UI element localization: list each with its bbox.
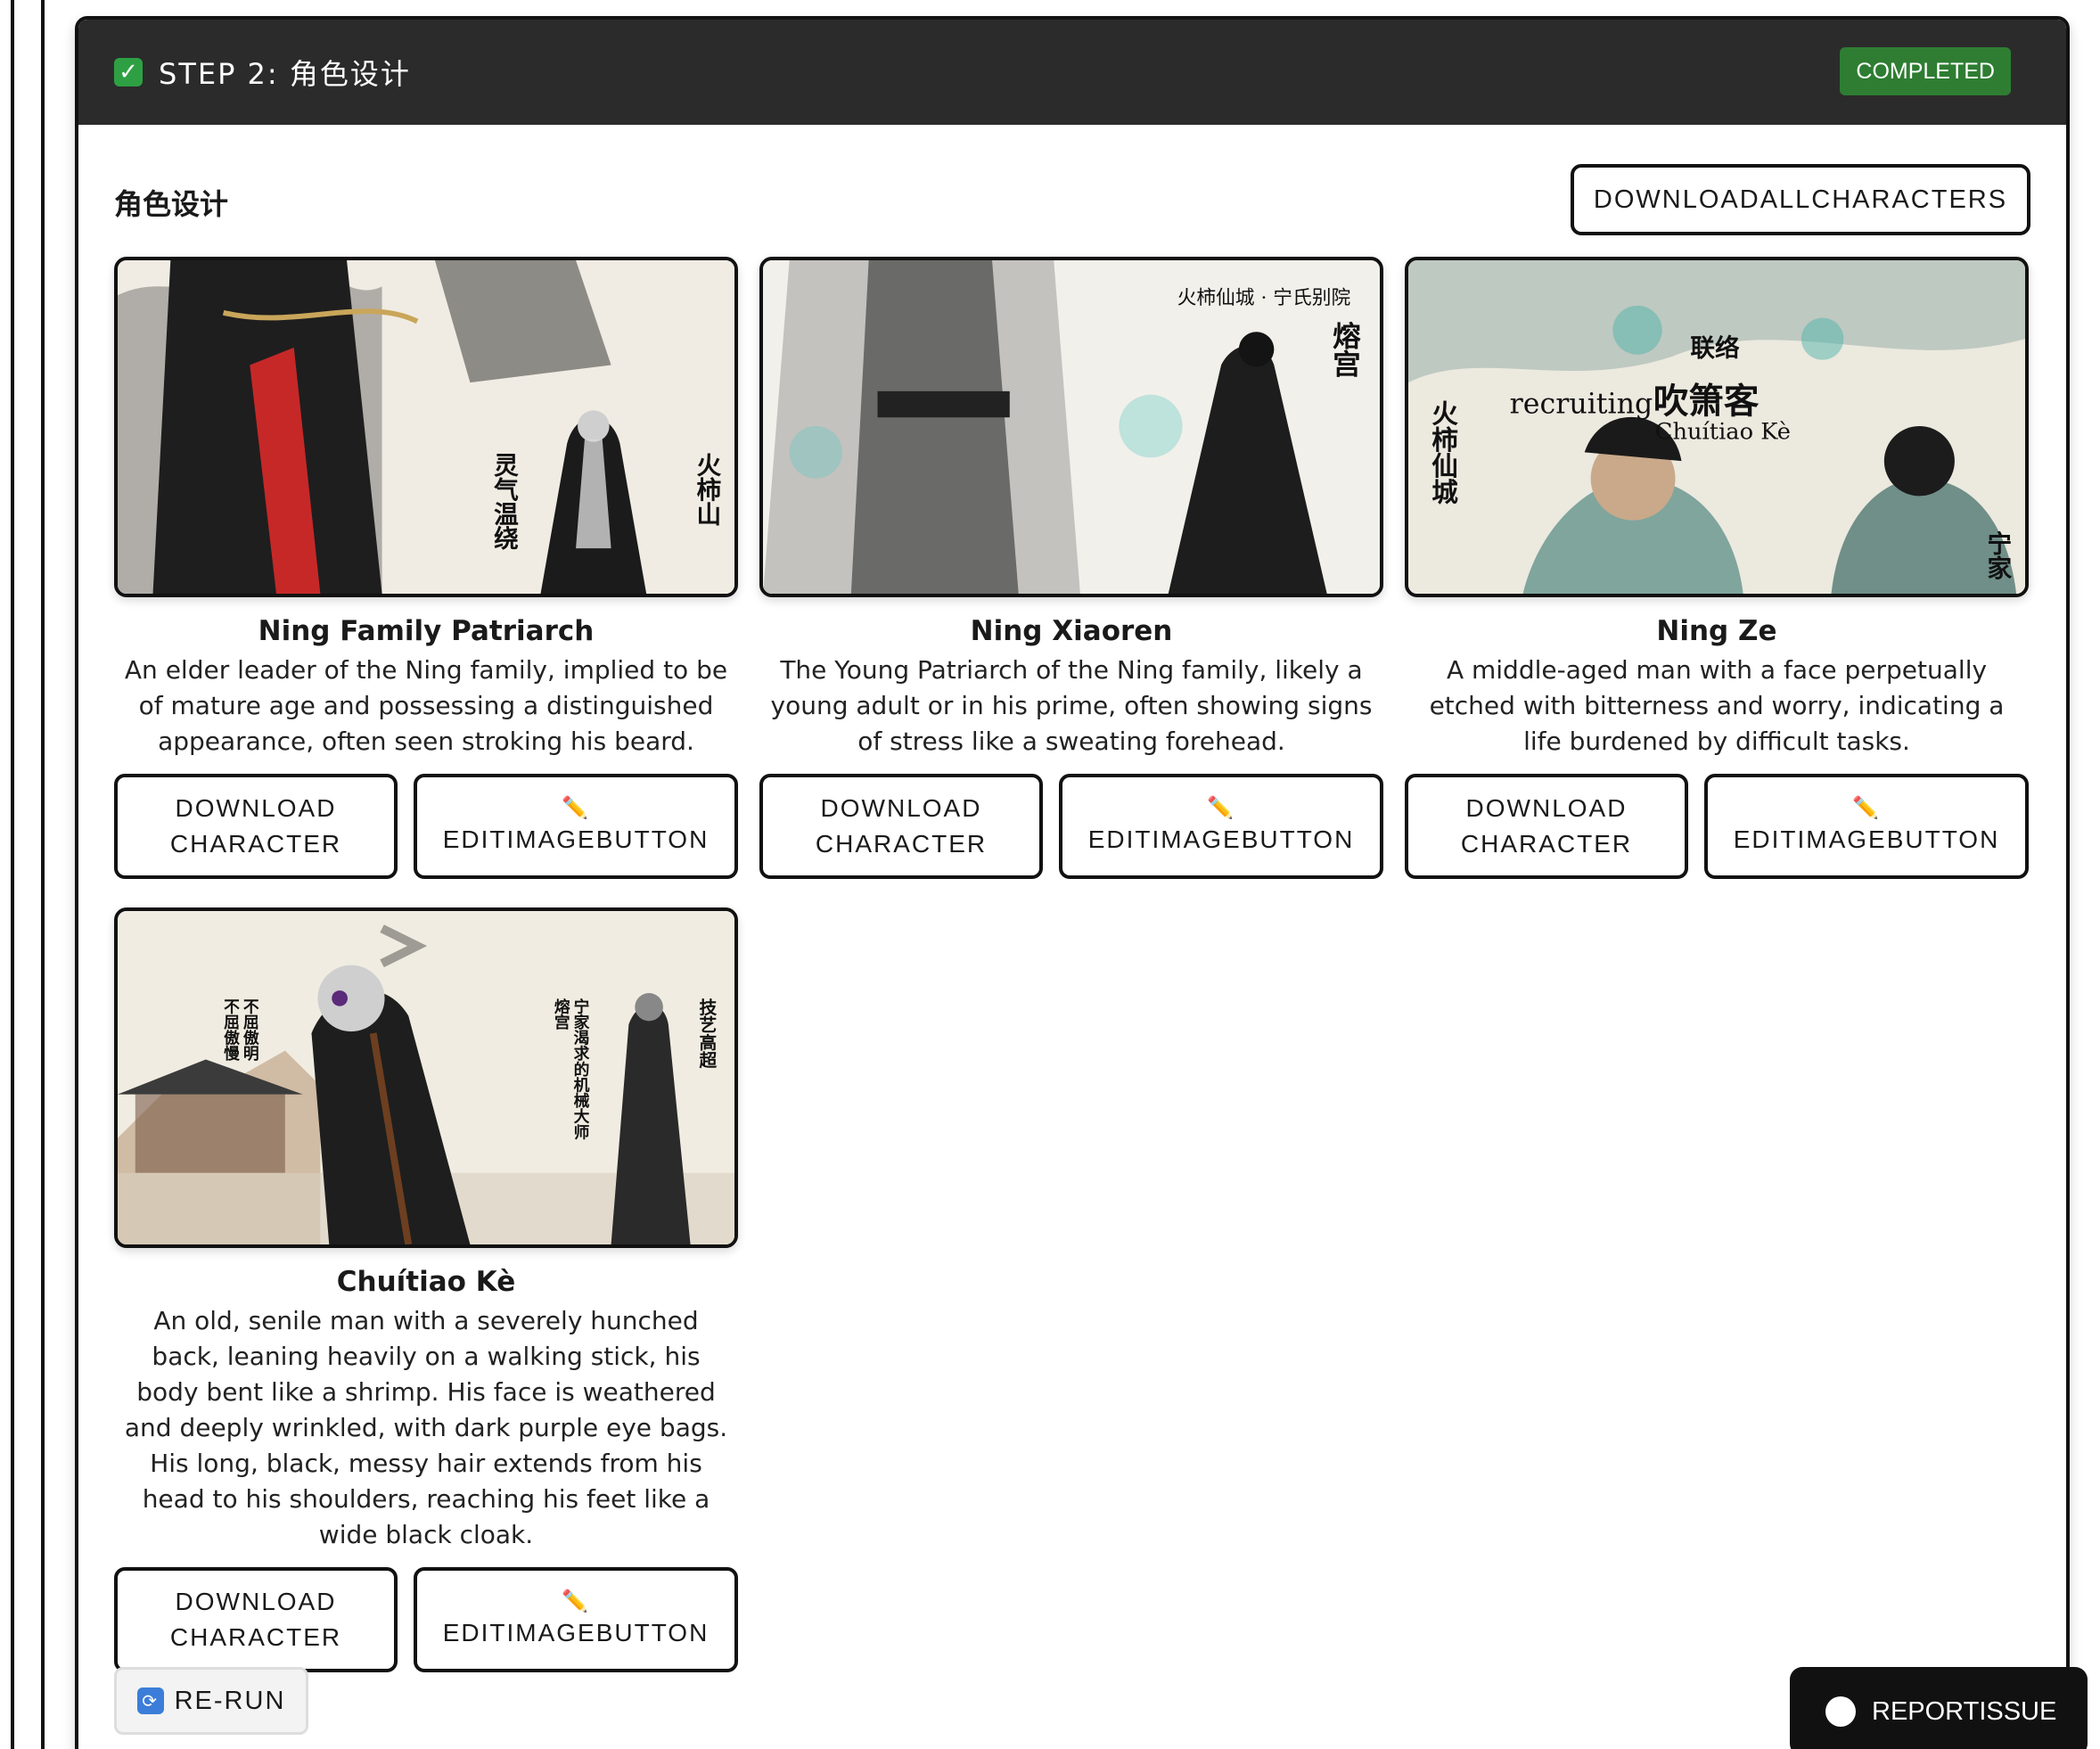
pencil-icon: ✏️: [1852, 796, 1881, 820]
pencil-icon: ✏️: [562, 1589, 590, 1614]
character-image[interactable]: 火柿仙城 · 宁氏别院 熔宫: [759, 257, 1383, 597]
step-header[interactable]: ✓ STEP 2: 角色设计 COMPLETED: [78, 20, 2066, 125]
edit-image-label: EDITIMAGEBUTTON: [442, 1619, 710, 1646]
edit-image-label: EDITIMAGEBUTTON: [1733, 825, 2000, 853]
rerun-label: RE-RUN: [174, 1686, 286, 1715]
edit-image-label: EDITIMAGEBUTTON: [442, 825, 710, 853]
check-box-icon: ✓: [114, 58, 143, 86]
character-description: The Young Patriarch of the Ning family, …: [770, 655, 1373, 756]
character-name: Ning Family Patriarch: [258, 615, 595, 647]
edit-image-button[interactable]: ✏️ EDITIMAGEBUTTON: [1704, 774, 2029, 879]
image-caption: 吹箫客: [1653, 382, 1760, 423]
image-caption: 火柿仙城 · 宁氏别院: [1177, 287, 1351, 309]
download-character-button[interactable]: DOWNLOAD CHARACTER: [114, 774, 398, 879]
pencil-icon: ✏️: [562, 796, 590, 820]
left-rail-line-inner: [41, 0, 45, 1749]
download-character-button[interactable]: DOWNLOAD CHARACTER: [1405, 774, 1688, 879]
edit-image-button[interactable]: ✏️ EDITIMAGEBUTTON: [414, 774, 738, 879]
character-card: 灵气温绕 火柿山 Ning Family Patriarch An elder …: [114, 257, 738, 879]
report-issue-label: REPORTISSUE: [1872, 1696, 2057, 1726]
download-character-button[interactable]: DOWNLOAD CHARACTER: [114, 1567, 398, 1672]
edit-image-label: EDITIMAGEBUTTON: [1087, 825, 1355, 853]
character-name: Chuítiao Kè: [336, 1266, 516, 1298]
image-caption: 火柿山: [692, 452, 721, 525]
image-caption: 火柿仙城: [1428, 400, 1459, 506]
image-caption: 不屈傲明: [241, 998, 259, 1062]
rerun-button[interactable]: ⟳ RE-RUN: [114, 1667, 308, 1735]
step-panel: ✓ STEP 2: 角色设计 COMPLETED 角色设计 DOWNLOADAL…: [75, 16, 2070, 1749]
character-description: A middle-aged man with a face perpetuall…: [1429, 655, 2005, 756]
character-description: An old, senile man with a severely hunch…: [124, 1306, 728, 1549]
character-name: Ning Xiaoren: [970, 615, 1173, 647]
character-description: An elder leader of the Ning family, impl…: [124, 655, 728, 756]
status-badge: COMPLETED: [1840, 47, 2011, 95]
character-card: 联络 recruiting 吹箫客 Chuítiao Kè 火柿仙城 宁家 Ni…: [1405, 257, 2029, 879]
image-caption: 灵气温绕: [489, 452, 520, 550]
image-caption: 宁家渴求的机械大师: [570, 997, 589, 1140]
image-caption: 宁家: [1982, 530, 2012, 580]
edit-image-button[interactable]: ✏️ EDITIMAGEBUTTON: [1059, 774, 1383, 879]
image-caption: 技艺高超: [696, 998, 718, 1069]
character-image[interactable]: 联络 recruiting 吹箫客 Chuítiao Kè 火柿仙城 宁家: [1405, 257, 2029, 597]
image-caption: recruiting: [1510, 388, 1653, 420]
character-image[interactable]: 灵气温绕 火柿山: [114, 257, 738, 597]
download-character-button[interactable]: DOWNLOAD CHARACTER: [759, 774, 1043, 879]
image-caption: Chuítiao Kè: [1655, 419, 1791, 446]
left-rail-line: [11, 0, 14, 1749]
image-caption: 熔宫: [1328, 321, 1361, 377]
section-title: 角色设计: [114, 187, 229, 221]
character-name: Ning Ze: [1656, 615, 1777, 647]
character-card: 火柿仙城 · 宁氏别院 熔宫 Ning Xiaoren The Young Pa…: [759, 257, 1383, 879]
report-dot-icon: [1825, 1696, 1856, 1727]
download-all-button[interactable]: DOWNLOADALLCHARACTERS: [1571, 164, 2030, 235]
report-issue-button[interactable]: REPORTISSUE: [1790, 1667, 2088, 1749]
image-caption: 熔宫: [552, 997, 570, 1031]
pencil-icon: ✏️: [1207, 796, 1235, 820]
character-card: 不屈傲明 不屈傲慢 宁家渴求的机械大师 熔宫 技艺高超 Chuítiao Kè …: [114, 907, 738, 1672]
character-image[interactable]: 不屈傲明 不屈傲慢 宁家渴求的机械大师 熔宫 技艺高超: [114, 907, 738, 1248]
edit-image-button[interactable]: ✏️ EDITIMAGEBUTTON: [414, 1567, 738, 1672]
image-caption: 不屈傲慢: [221, 998, 240, 1062]
refresh-icon: ⟳: [136, 1687, 164, 1714]
image-caption: 联络: [1690, 334, 1740, 363]
step-title: STEP 2: 角色设计: [159, 57, 411, 91]
